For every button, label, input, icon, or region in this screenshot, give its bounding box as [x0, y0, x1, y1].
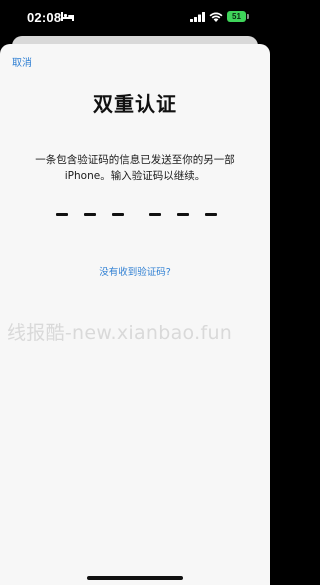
- home-indicator[interactable]: [87, 576, 183, 580]
- code-digit-slot[interactable]: [83, 208, 97, 220]
- battery-cap: [247, 14, 249, 19]
- code-digit-slot[interactable]: [176, 208, 190, 220]
- page-title: 双重认证: [93, 92, 177, 116]
- code-digit-slot[interactable]: [204, 208, 218, 220]
- phone-screen: 02:08 51 取消 双重认证 一条包含验证码的信息已发送至你的另一部 iPh…: [0, 0, 270, 585]
- wifi-icon: [209, 12, 223, 22]
- battery-icon: 51: [227, 11, 246, 22]
- resend-code-link[interactable]: 没有收到验证码?: [0, 264, 270, 278]
- status-time: 02:08: [27, 10, 62, 25]
- two-factor-sheet: 取消 双重认证 一条包含验证码的信息已发送至你的另一部 iPhone。输入验证码…: [0, 44, 270, 585]
- cancel-button[interactable]: 取消: [12, 54, 32, 69]
- instruction-line-2: iPhone。输入验证码以继续。: [64, 170, 206, 182]
- instruction-text: 一条包含验证码的信息已发送至你的另一部 iPhone。输入验证码以继续。: [20, 152, 250, 184]
- code-digit-slot[interactable]: [55, 208, 69, 220]
- status-bar: 02:08 51: [0, 0, 270, 36]
- watermark-text: 线报酷-new.xianbao.fun: [7, 322, 233, 344]
- verification-code-input[interactable]: [55, 208, 220, 220]
- signal-icon: [190, 12, 205, 22]
- code-digit-slot[interactable]: [148, 208, 162, 220]
- instruction-line-1: 一条包含验证码的信息已发送至你的另一部: [35, 154, 235, 166]
- bed-icon: [61, 12, 74, 21]
- code-digit-slot[interactable]: [111, 208, 125, 220]
